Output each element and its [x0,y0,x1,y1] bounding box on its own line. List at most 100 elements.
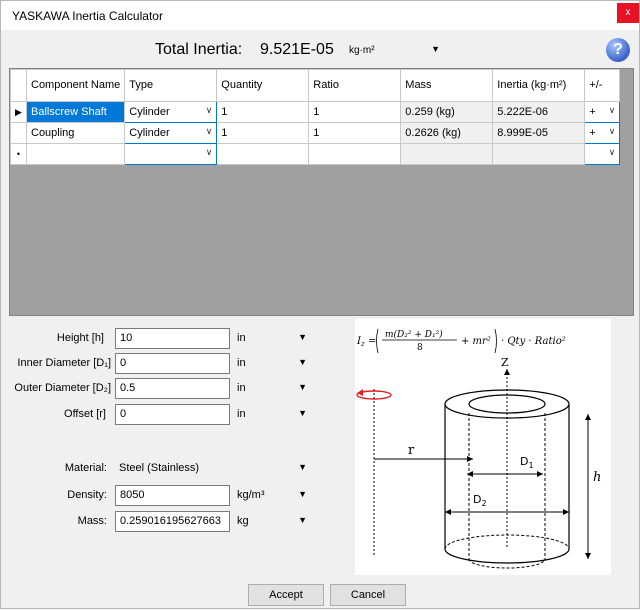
current-row-icon[interactable]: ▶ [10,101,27,123]
column-header-sign[interactable]: +/- [584,69,621,102]
offset-unit-value: in [237,408,246,420]
column-header-type[interactable]: Type [124,69,218,102]
cell-sign-dropdown[interactable]: ∨ [584,143,621,165]
chevron-down-icon: ∨ [205,126,213,136]
cell-quantity[interactable]: 1 [216,122,310,144]
row-header-corner [10,69,27,102]
cell-quantity[interactable]: 1 [216,101,310,123]
outer-diameter-unit-value: in [237,382,246,394]
table-row[interactable]: ▶ Ballscrew Shaft Cylinder ∨ 1 1 0.259 (k… [10,101,621,123]
height-label: Height [h] [56,332,104,344]
offset-label: Offset [r] [64,408,106,420]
height-h-label: h [593,470,601,485]
density-unit-dropdown[interactable]: kg/m³ ▼ [233,485,311,506]
new-row-icon[interactable]: • [10,143,27,165]
column-header-ratio[interactable]: Ratio [308,69,402,102]
cell-type-dropdown[interactable]: Cylinder ∨ [124,101,218,123]
density-label: Density: [67,489,107,501]
dropdown-arrow-icon: ▼ [298,515,307,525]
cell-inertia: 8.999E-05 [492,122,586,144]
row-header[interactable] [10,122,27,144]
cell-ratio[interactable]: 1 [308,101,402,123]
dropdown-arrow-icon: ▼ [298,357,307,367]
accept-button[interactable]: Accept [248,584,324,606]
outer-diameter-label: Outer Diameter [D₂] [14,382,111,394]
dropdown-arrow-icon: ▼ [431,44,440,54]
formula-plus: + mr² [461,336,491,347]
cell-name[interactable]: Ballscrew Shaft [25,101,126,123]
density-input[interactable]: 8050 [115,485,230,506]
cell-ratio[interactable] [308,143,402,165]
cell-quantity[interactable] [216,143,310,165]
cell-type-dropdown[interactable]: ∨ [124,143,218,165]
cancel-button[interactable]: Cancel [330,584,406,606]
total-inertia-row: Total Inertia: 9.521E-05 kg·m² ▼ ? [1,31,639,67]
cell-sign-dropdown[interactable]: + ∨ [584,101,621,123]
material-dropdown[interactable]: Steel (Stainless) ▼ [115,458,311,479]
cell-mass: 0.259 (kg) [400,101,494,123]
total-inertia-value: 9.521E-05 [260,41,334,58]
mass-unit-dropdown[interactable]: kg ▼ [233,511,311,532]
inner-diameter-label: Inner Diameter [D₁] [17,357,111,369]
formula-lhs: Iz [356,336,365,348]
column-header-inertia[interactable]: Inertia (kg·m²) [492,69,586,102]
chevron-down-icon: ∨ [608,147,616,157]
density-unit-value: kg/m³ [237,489,265,501]
height-unit-dropdown[interactable]: in ▼ [233,328,311,349]
formula-denominator: 8 [417,343,423,353]
total-unit-dropdown[interactable]: kg·m² ▼ [344,40,450,61]
close-button[interactable]: x [617,3,639,23]
outer-diameter-d2-label: D2 [473,493,487,508]
column-header-quantity[interactable]: Quantity [216,69,310,102]
dropdown-arrow-icon: ▼ [298,382,307,392]
height-unit-value: in [237,332,246,344]
inner-diameter-unit-value: in [237,357,246,369]
material-label: Material: [64,462,107,474]
mass-label: Mass: [77,515,107,527]
total-unit-value: kg·m² [349,45,375,56]
cell-type-value: Cylinder [129,106,170,118]
cell-mass [400,143,494,165]
cell-type-value: Cylinder [129,127,170,139]
mass-unit-value: kg [237,515,249,527]
cell-inertia [492,143,586,165]
offset-input[interactable]: 0 [115,404,230,425]
offset-r-label: r [408,443,415,458]
cell-mass: 0.2626 (kg) [400,122,494,144]
column-header-mass[interactable]: Mass [400,69,494,102]
table-header-row: Component Name Type Quantity Ratio Mass … [10,69,621,102]
help-icon[interactable]: ? [606,38,630,62]
column-header-name[interactable]: Component Name [25,69,126,102]
material-value: Steel (Stainless) [119,462,200,474]
table-row[interactable]: Coupling Cylinder ∨ 1 1 0.2626 (kg) 8.999… [10,122,621,144]
chevron-down-icon: ∨ [608,105,616,115]
inner-diameter-input[interactable]: 0 [115,353,230,374]
total-inertia-label: Total Inertia: [155,41,243,58]
formula-tail: · Qty · Ratio² [501,336,566,347]
components-grid: Component Name Type Quantity Ratio Mass … [9,68,634,316]
cell-name[interactable]: Coupling [25,122,126,144]
chevron-down-icon: ∨ [608,126,616,136]
formula-numerator: m(D₂² + D₁²) [385,329,443,340]
dropdown-arrow-icon: ▼ [298,408,307,418]
window-title: YASKAWA Inertia Calculator [12,9,163,23]
mass-input[interactable]: 0.259016195627663 [115,511,230,532]
components-table: Component Name Type Quantity Ratio Mass … [10,69,621,165]
inertia-calculator-window: YASKAWA Inertia Calculator x Total Inert… [0,0,640,609]
cylinder-diagram: Iz = m(D₂² + D₁²) 8 + mr² · Qty · Ratio²… [355,319,611,575]
height-input[interactable]: 10 [115,328,230,349]
new-table-row[interactable]: • ∨ ∨ [10,143,621,165]
dropdown-arrow-icon: ▼ [298,332,307,342]
cell-sign-dropdown[interactable]: + ∨ [584,122,621,144]
outer-diameter-input[interactable]: 0.5 [115,378,230,399]
inner-diameter-d1-label: D1 [520,455,534,470]
outer-diameter-unit-dropdown[interactable]: in ▼ [233,378,311,399]
cell-type-dropdown[interactable]: Cylinder ∨ [124,122,218,144]
chevron-down-icon: ∨ [205,105,213,115]
inner-diameter-unit-dropdown[interactable]: in ▼ [233,353,311,374]
cell-ratio[interactable]: 1 [308,122,402,144]
cell-name[interactable] [25,143,126,165]
cell-sign-value: + [589,106,596,118]
cell-sign-value: + [589,127,596,139]
offset-unit-dropdown[interactable]: in ▼ [233,404,311,425]
